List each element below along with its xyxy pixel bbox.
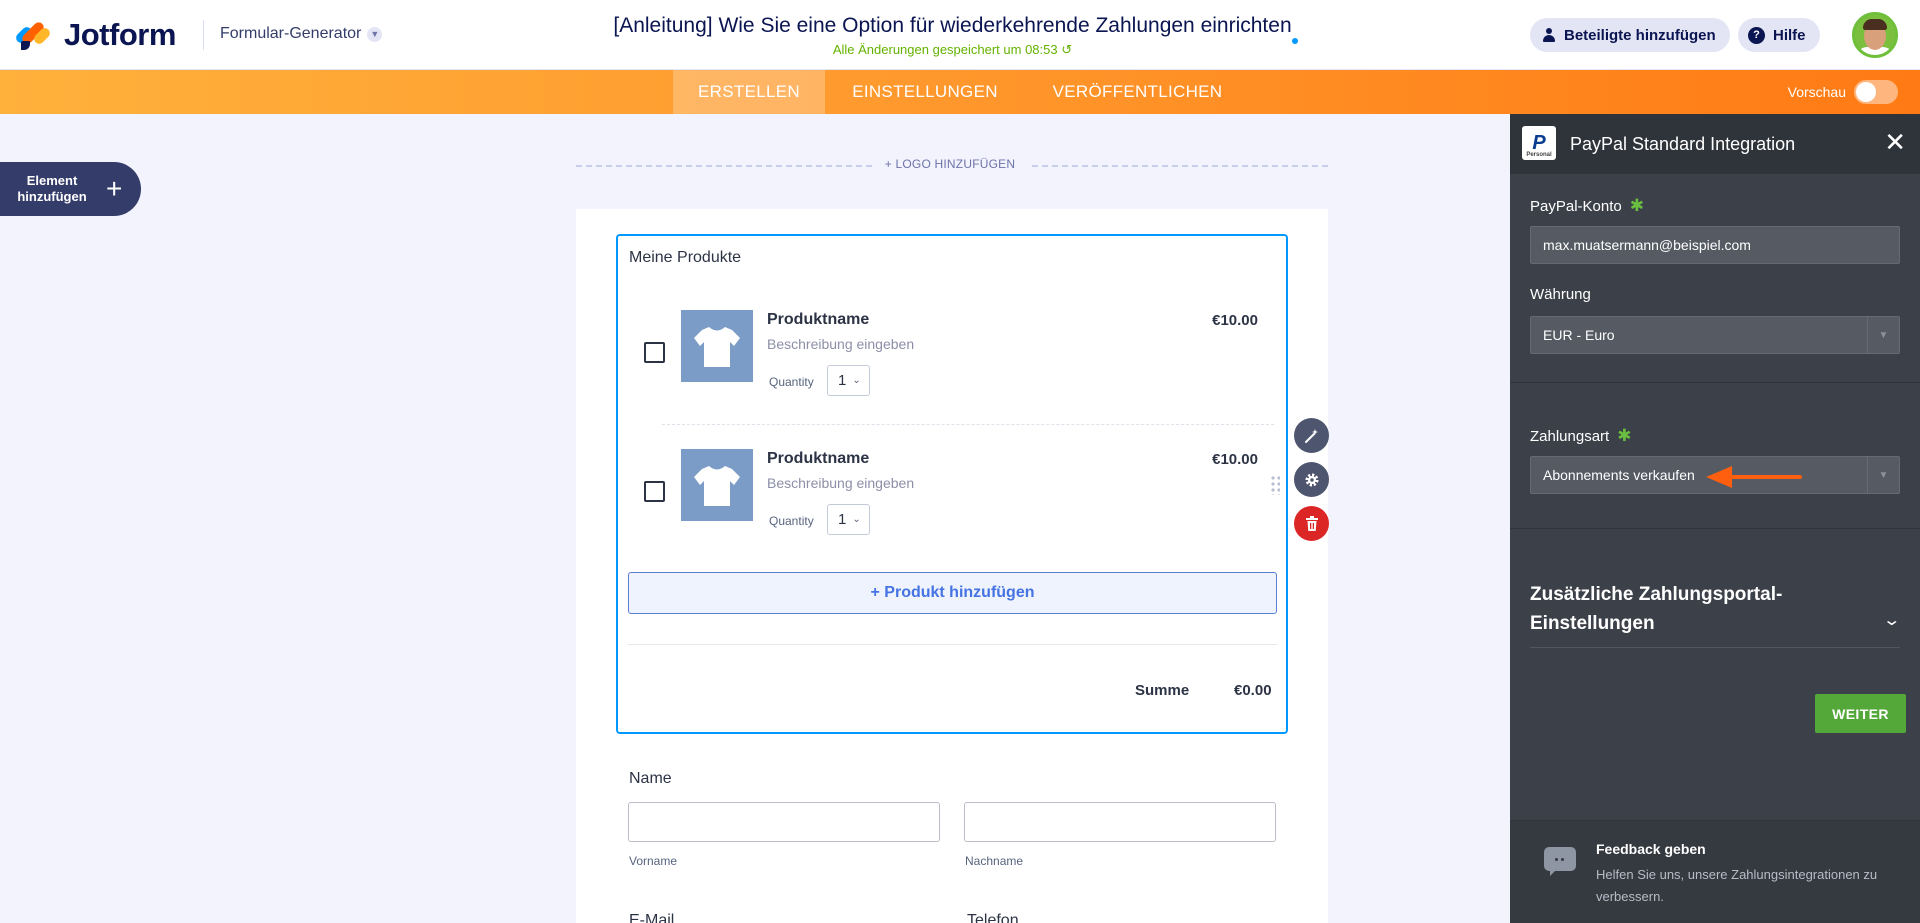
sum-label: Summe <box>1135 682 1190 699</box>
chevron-down-icon: ⌄ <box>852 514 861 525</box>
logo-dashed-line-left <box>576 165 872 167</box>
payment-type-label-text: Zahlungsart <box>1530 427 1610 445</box>
chevron-down-icon[interactable]: ⌄ <box>1882 610 1901 630</box>
quantity-value: 1 <box>838 372 847 389</box>
close-icon[interactable]: ✕ <box>1884 129 1906 155</box>
first-name-sublabel: Vorname <box>629 854 678 868</box>
paypal-account-label-text: PayPal-Konto <box>1530 197 1622 215</box>
product-price: €10.00 <box>1212 451 1258 468</box>
gear-icon <box>1305 473 1318 486</box>
paypal-logo-sub: Personal <box>1526 152 1552 158</box>
paypal-account-value: max.muatsermann@beispiel.com <box>1543 237 1751 253</box>
quantity-label: Quantity <box>769 375 814 389</box>
next-button[interactable]: WEITER <box>1815 694 1906 733</box>
field-settings-button[interactable] <box>1294 462 1329 497</box>
additional-settings-toggle[interactable]: Zusätzliche Zahlungsportal-Einstellungen <box>1530 580 1850 638</box>
help-label: Hilfe <box>1773 26 1806 44</box>
tab-veroeffentlichen[interactable]: VERÖFFENTLICHEN <box>1025 70 1250 114</box>
sum-divider <box>628 644 1277 645</box>
currency-value: EUR - Euro <box>1543 327 1615 343</box>
product-image <box>681 449 753 521</box>
drag-handle[interactable] <box>1270 475 1280 495</box>
delete-field-button[interactable] <box>1294 506 1329 541</box>
tab-einstellungen[interactable]: EINSTELLUNGEN <box>825 70 1025 114</box>
quantity-select[interactable]: 1 ⌄ <box>827 504 870 535</box>
product-checkbox[interactable] <box>644 481 665 502</box>
builder-nav: ERSTELLEN EINSTELLUNGEN VERÖFFENTLICHEN … <box>0 70 1920 114</box>
help-button[interactable]: ? Hilfe <box>1738 18 1820 52</box>
panel-header: P Personal PayPal Standard Integration ✕ <box>1510 114 1920 174</box>
annotation-arrow <box>1706 466 1802 488</box>
add-product-button[interactable]: + Produkt hinzufügen <box>628 572 1277 614</box>
product-image <box>681 310 753 382</box>
preview-label: Vorschau <box>1787 84 1846 100</box>
list-item: Produktname Beschreibung eingeben Quanti… <box>628 449 1260 559</box>
plus-icon: + <box>106 173 123 204</box>
payment-type-value: Abonnements verkaufen <box>1543 467 1695 483</box>
product-description: Beschreibung eingeben <box>767 336 915 352</box>
product-checkbox[interactable] <box>644 342 665 363</box>
trash-icon <box>1305 516 1318 531</box>
product-name: Produktname <box>767 450 870 467</box>
product-description: Beschreibung eingeben <box>767 475 915 491</box>
name-field-label[interactable]: Name <box>629 770 672 788</box>
avatar[interactable] <box>1852 12 1898 58</box>
magic-wand-button[interactable] <box>1294 418 1329 453</box>
invite-collaborators-button[interactable]: Beteiligte hinzufügen <box>1530 18 1730 52</box>
chevron-down-icon: ⌄ <box>852 375 861 386</box>
phone-field-label[interactable]: Telefon <box>967 912 1019 923</box>
required-star-icon: ✱ <box>1617 426 1632 445</box>
sum-value: €0.00 <box>1234 682 1272 699</box>
product-name: Produktname <box>767 311 870 328</box>
preview-toggle[interactable] <box>1854 80 1898 104</box>
help-icon: ? <box>1748 26 1765 44</box>
tab-erstellen[interactable]: ERSTELLEN <box>673 70 825 114</box>
paypal-icon: P Personal <box>1522 126 1556 160</box>
chevron-down-icon: ▼ <box>1867 457 1899 493</box>
first-name-input[interactable] <box>628 802 940 842</box>
history-icon[interactable]: ↺ <box>1061 42 1072 57</box>
chevron-down-icon: ▼ <box>1867 317 1899 353</box>
currency-label: Währung <box>1530 286 1591 303</box>
quantity-value: 1 <box>838 511 847 528</box>
feedback-section[interactable]: Feedback geben Helfen Sie uns, unsere Za… <box>1510 820 1920 923</box>
section-divider <box>1530 647 1900 648</box>
preview-switch[interactable]: Vorschau <box>1788 80 1898 104</box>
last-name-input[interactable] <box>964 802 1276 842</box>
magic-wand-icon <box>1304 428 1318 443</box>
product-divider <box>662 424 1274 425</box>
paypal-account-input[interactable]: max.muatsermann@beispiel.com <box>1530 226 1900 264</box>
logo-dashed-line-right <box>1032 165 1328 167</box>
add-element-label: Element hinzufügen <box>17 173 87 204</box>
product-price: €10.00 <box>1212 312 1258 329</box>
panel-title: PayPal Standard Integration <box>1570 134 1796 154</box>
feedback-text: Helfen Sie uns, unsere Zahlungsintegrati… <box>1596 867 1878 904</box>
add-logo-link[interactable]: + LOGO HINZUFÜGEN <box>880 157 1020 171</box>
last-name-sublabel: Nachname <box>965 854 1024 868</box>
add-element-button[interactable]: Element hinzufügen + <box>0 162 141 216</box>
paypal-settings-panel: P Personal PayPal Standard Integration ✕… <box>1510 114 1920 923</box>
currency-select[interactable]: EUR - Euro ▼ <box>1530 316 1900 354</box>
top-bar: Jotform Formular-Generator ▼ [Anleitung]… <box>0 0 1920 70</box>
tshirt-icon <box>694 327 740 367</box>
payment-type-label: Zahlungsart ✱ <box>1530 426 1631 446</box>
quantity-label: Quantity <box>769 514 814 528</box>
product-widget-title[interactable]: Meine Produkte <box>629 249 741 267</box>
invite-label: Beteiligte hinzufügen <box>1564 26 1716 44</box>
chat-bubble-icon <box>1544 847 1576 876</box>
section-divider <box>1510 382 1920 383</box>
quantity-select[interactable]: 1 ⌄ <box>827 365 870 396</box>
section-divider <box>1510 528 1920 529</box>
save-status-text: Alle Änderungen gespeichert um 08:53 <box>832 42 1058 57</box>
email-field-label[interactable]: E-Mail <box>629 912 674 923</box>
paypal-account-label: PayPal-Konto ✱ <box>1530 196 1644 216</box>
list-item: Produktname Beschreibung eingeben Quanti… <box>628 310 1260 420</box>
user-icon <box>1542 28 1556 42</box>
tshirt-icon <box>694 466 740 506</box>
feedback-title: Feedback geben <box>1596 841 1706 857</box>
required-star-icon: ✱ <box>1629 196 1644 215</box>
